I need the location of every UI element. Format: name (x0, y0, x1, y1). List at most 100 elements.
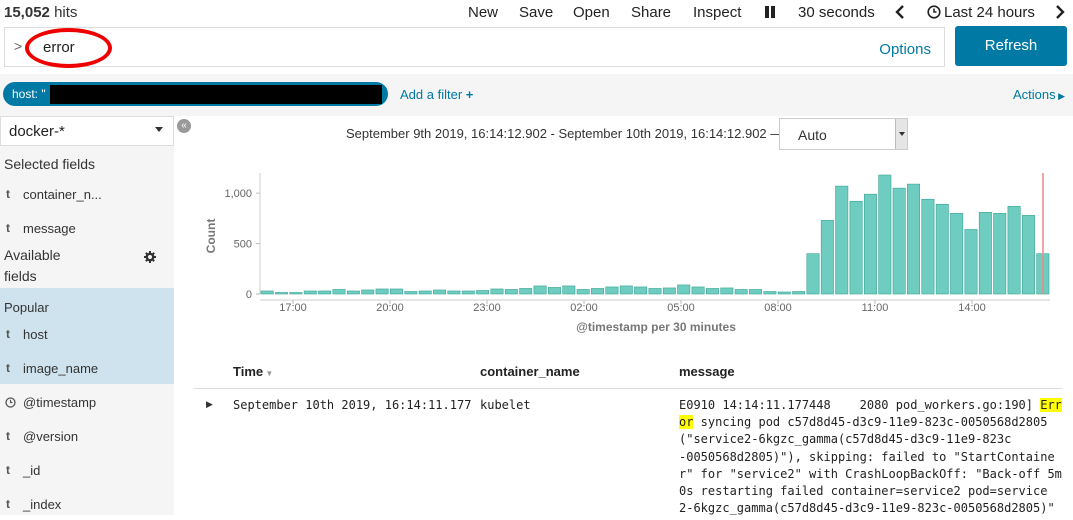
share-button[interactable]: Share (631, 4, 671, 21)
chevron-left-icon[interactable] (895, 5, 905, 23)
field-item[interactable]: t image_name (0, 352, 174, 384)
histogram-bar[interactable] (734, 289, 748, 295)
histogram-bar[interactable] (260, 290, 274, 295)
histogram-bar[interactable] (720, 287, 734, 295)
actions-menu[interactable]: Actions ▶ (1013, 87, 1065, 102)
options-link[interactable]: Options (879, 41, 931, 58)
histogram-bar[interactable] (835, 185, 849, 295)
interval-select[interactable]: Auto (779, 118, 908, 150)
histogram-bar[interactable] (289, 292, 303, 295)
field-item[interactable]: @timestamp (0, 386, 174, 418)
histogram-bar[interactable] (792, 291, 806, 295)
histogram-bar[interactable] (950, 213, 964, 295)
histogram-bar[interactable] (332, 289, 346, 295)
redacted-block (50, 85, 382, 104)
histogram-bar[interactable] (519, 288, 533, 295)
histogram-bar[interactable] (576, 289, 590, 295)
expand-row-icon[interactable]: ▶ (206, 399, 213, 410)
histogram-bar[interactable] (346, 290, 360, 295)
highlight-term: Err (1040, 398, 1062, 412)
refresh-button[interactable]: Refresh (955, 26, 1067, 66)
histogram-bar[interactable] (662, 287, 676, 295)
top-nav: 15,052 hits New Save Open Share Inspect … (0, 0, 1073, 26)
histogram-bar[interactable] (533, 285, 547, 295)
column-header-time[interactable]: Time ▼ (233, 364, 273, 379)
popular-title: Popular (4, 300, 49, 315)
field-item[interactable]: t host (0, 318, 174, 350)
histogram-bar[interactable] (547, 287, 561, 295)
histogram-bar[interactable] (562, 285, 576, 295)
histogram-bar[interactable] (777, 291, 791, 295)
column-header-container-name[interactable]: container_name (480, 364, 580, 379)
histogram-bar[interactable] (892, 187, 906, 295)
histogram-bar[interactable] (461, 290, 475, 295)
histogram-bar[interactable] (591, 288, 605, 295)
x-axis-label: @timestamp per 30 minutes (576, 320, 736, 334)
histogram-bar[interactable] (275, 292, 289, 295)
histogram-bar[interactable] (935, 203, 949, 295)
gear-icon[interactable] (144, 250, 156, 268)
index-pattern-select[interactable]: docker-* (0, 116, 174, 146)
histogram-bar[interactable] (863, 193, 877, 295)
histogram-bar[interactable] (677, 284, 691, 295)
histogram-bar[interactable] (619, 285, 633, 295)
histogram-bar[interactable] (964, 229, 978, 295)
field-item[interactable]: t @version (0, 420, 174, 452)
histogram-bar[interactable] (849, 200, 863, 295)
histogram-bar[interactable] (1007, 205, 1021, 295)
histogram-bar[interactable] (820, 220, 834, 295)
histogram-bar[interactable] (361, 289, 375, 295)
histogram-bar[interactable] (504, 289, 518, 295)
inspect-button[interactable]: Inspect (693, 4, 741, 21)
caret-right-icon: ▶ (1055, 91, 1065, 101)
histogram-bar[interactable] (705, 288, 719, 295)
save-button[interactable]: Save (519, 4, 553, 21)
add-filter-button[interactable]: Add a filter + (400, 87, 473, 102)
histogram-bar[interactable] (907, 183, 921, 295)
histogram-bar[interactable] (418, 290, 432, 295)
field-item[interactable]: t container_n... (0, 178, 174, 210)
message-cell: E0910 14:14:11.177448 2080 pod_workers.g… (679, 397, 1062, 517)
refresh-interval[interactable]: 30 seconds (798, 4, 875, 21)
histogram-bar[interactable] (691, 286, 705, 295)
histogram-bar[interactable] (389, 288, 403, 295)
sort-desc-icon[interactable]: ▼ (263, 369, 273, 378)
filter-pill-host[interactable]: host: " (3, 82, 388, 106)
histogram-bar[interactable] (806, 253, 820, 295)
field-name: _id (23, 463, 41, 478)
histogram-bar[interactable] (978, 212, 992, 295)
histogram-bar[interactable] (404, 291, 418, 295)
chevron-right-icon[interactable]: > (14, 38, 22, 54)
new-button[interactable]: New (468, 4, 498, 21)
time-range[interactable]: Last 24 hours (944, 4, 1035, 21)
histogram-bar[interactable] (375, 288, 389, 295)
histogram-bar[interactable] (648, 288, 662, 295)
field-sidebar: docker-* Selected fields t container_n...… (0, 116, 174, 515)
histogram-bar[interactable] (993, 213, 1007, 295)
histogram-bar[interactable] (303, 290, 317, 295)
field-item[interactable]: t message (0, 212, 174, 244)
histogram-bar[interactable] (878, 174, 892, 295)
histogram-chart[interactable]: Count @timestamp per 30 minutes 0 500 1,00… (195, 168, 1055, 338)
column-header-message[interactable]: message (679, 364, 735, 379)
histogram-bar[interactable] (921, 198, 935, 295)
histogram-bar[interactable] (749, 289, 763, 295)
pause-icon[interactable] (764, 5, 776, 23)
histogram-bar[interactable] (490, 288, 504, 295)
histogram-bar[interactable] (634, 286, 648, 295)
histogram-bar[interactable] (605, 286, 619, 295)
message-line: r" for "service2" with CrashLoopBackOff:… (679, 466, 1062, 483)
open-button[interactable]: Open (573, 4, 610, 21)
divider (194, 388, 1062, 389)
histogram-bar[interactable] (763, 291, 777, 295)
field-item[interactable]: t _id (0, 454, 174, 486)
histogram-bar[interactable] (476, 290, 490, 295)
histogram-bar[interactable] (447, 290, 461, 295)
histogram-bar[interactable] (433, 289, 447, 295)
collapse-sidebar-icon[interactable]: « (177, 119, 191, 133)
query-input[interactable]: > error Options (4, 27, 945, 68)
histogram-bar[interactable] (1021, 215, 1035, 295)
histogram-bar[interactable] (318, 290, 332, 295)
field-item[interactable]: t _index (0, 488, 174, 520)
chevron-right-icon[interactable] (1055, 5, 1065, 23)
